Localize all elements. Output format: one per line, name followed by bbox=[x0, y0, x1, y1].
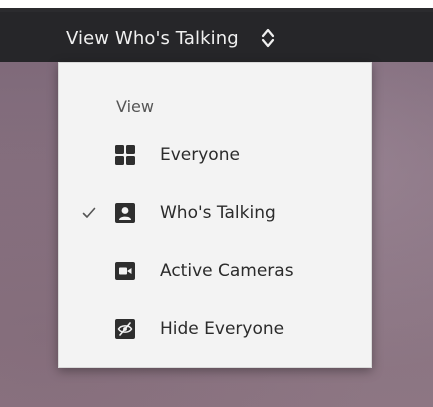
menu-item-label: Active Cameras bbox=[160, 261, 294, 281]
menu-item-active-cameras[interactable]: Active Cameras bbox=[59, 251, 371, 291]
camera-icon bbox=[115, 261, 135, 281]
menu-item-label: Everyone bbox=[160, 145, 240, 165]
menu-item-label: Hide Everyone bbox=[160, 319, 285, 339]
view-mode-label: View Who's Talking bbox=[66, 27, 239, 49]
menu-header: View bbox=[116, 97, 154, 116]
menu-item-label: Who's Talking bbox=[160, 203, 276, 223]
menu-item-hide-everyone[interactable]: Hide Everyone bbox=[59, 309, 371, 349]
menu-item-whos-talking[interactable]: Who's Talking bbox=[59, 193, 371, 233]
up-down-chevron-icon bbox=[259, 26, 277, 50]
eye-slash-icon bbox=[115, 319, 135, 339]
grid-icon bbox=[115, 145, 135, 165]
checkmark-icon bbox=[82, 206, 96, 220]
view-mode-dropdown[interactable]: View Who's Talking bbox=[66, 22, 277, 54]
menu-item-everyone[interactable]: Everyone bbox=[59, 135, 371, 175]
person-icon bbox=[115, 203, 135, 223]
app-window: View Who's Talking View Everyone Who's T… bbox=[0, 0, 433, 407]
view-mode-menu: View Everyone Who's Talking Active Camer… bbox=[58, 62, 372, 368]
